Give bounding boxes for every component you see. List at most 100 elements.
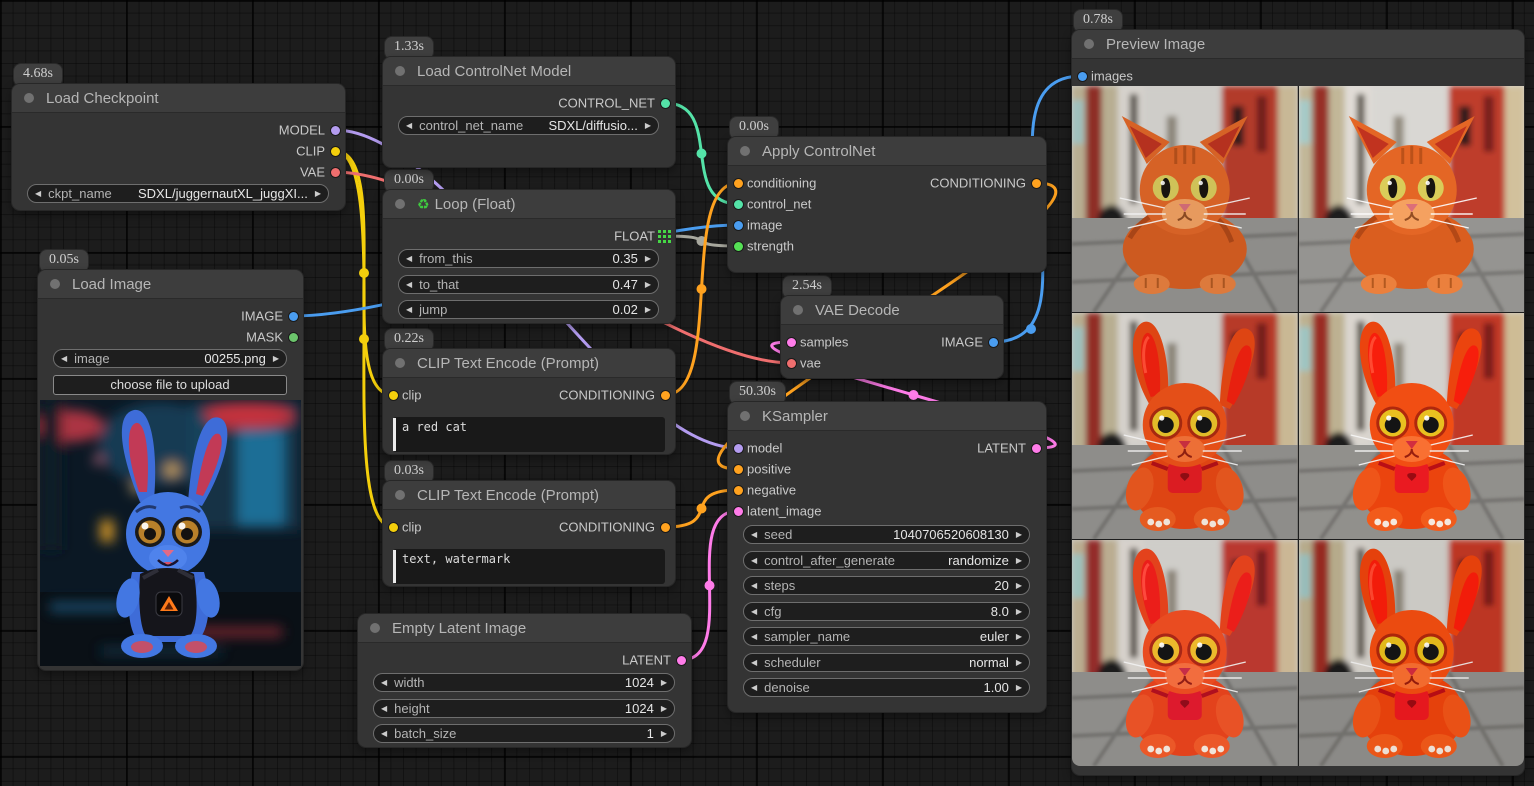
output-port-CONTROL_NET[interactable] — [661, 99, 670, 108]
node-clip-negative[interactable]: CLIP Text Encode (Prompt)clipCONDITIONIN… — [383, 481, 675, 586]
widget-increment-icon[interactable]: ▶ — [1009, 607, 1029, 616]
node-empty-latent[interactable]: Empty Latent ImageLATENT◀width1024▶◀heig… — [358, 614, 691, 747]
widget-decrement-icon[interactable]: ◀ — [399, 121, 419, 130]
widget-increment-icon[interactable]: ▶ — [638, 305, 658, 314]
input-port-clip[interactable] — [389, 523, 398, 532]
widget-control_after_generate[interactable]: ◀control_after_generaterandomize▶ — [743, 551, 1030, 570]
input-port-latent_image[interactable] — [734, 507, 743, 516]
prompt-textarea[interactable]: a red cat — [393, 417, 665, 452]
widget-increment-icon[interactable]: ▶ — [638, 254, 658, 263]
output-port-IMAGE[interactable] — [289, 312, 298, 321]
widget-decrement-icon[interactable]: ◀ — [28, 189, 48, 198]
widget-decrement-icon[interactable]: ◀ — [744, 556, 764, 565]
widget-decrement-icon[interactable]: ◀ — [399, 254, 419, 263]
node-ksampler[interactable]: KSamplermodelpositivenegativelatent_imag… — [728, 402, 1046, 712]
widget-increment-icon[interactable]: ▶ — [638, 280, 658, 289]
node-load-controlnet[interactable]: Load ControlNet ModelCONTROL_NET◀control… — [383, 57, 675, 167]
input-port-control_net[interactable] — [734, 200, 743, 209]
widget-increment-icon[interactable]: ▶ — [654, 704, 674, 713]
collapse-dot[interactable] — [395, 358, 405, 368]
widget-increment-icon[interactable]: ▶ — [308, 189, 328, 198]
node-header[interactable]: VAE Decode — [781, 296, 1003, 325]
node-preview-image[interactable]: Preview Imageimages — [1072, 30, 1524, 775]
node-header[interactable]: Load ControlNet Model — [383, 57, 675, 86]
input-port-image[interactable] — [734, 221, 743, 230]
node-header[interactable]: CLIP Text Encode (Prompt) — [383, 481, 675, 510]
widget-control_net_name[interactable]: ◀control_net_nameSDXL/diffusio...▶ — [398, 116, 659, 135]
widget-denoise[interactable]: ◀denoise1.00▶ — [743, 678, 1030, 697]
widget-increment-icon[interactable]: ▶ — [654, 729, 674, 738]
widget-decrement-icon[interactable]: ◀ — [399, 305, 419, 314]
output-port-CONDITIONING[interactable] — [661, 523, 670, 532]
node-header[interactable]: CLIP Text Encode (Prompt) — [383, 349, 675, 378]
widget-decrement-icon[interactable]: ◀ — [744, 581, 764, 590]
output-port-MODEL[interactable] — [331, 126, 340, 135]
node-graph-canvas[interactable]: 4.68sLoad CheckpointMODELCLIPVAE◀ckpt_na… — [0, 0, 1534, 786]
widget-decrement-icon[interactable]: ◀ — [374, 729, 394, 738]
output-port-CONDITIONING[interactable] — [661, 391, 670, 400]
widget-increment-icon[interactable]: ▶ — [654, 678, 674, 687]
widget-height[interactable]: ◀height1024▶ — [373, 699, 675, 718]
choose-file-button[interactable]: choose file to upload — [53, 375, 287, 395]
collapse-dot[interactable] — [1084, 39, 1094, 49]
collapse-dot[interactable] — [793, 305, 803, 315]
collapse-dot[interactable] — [740, 146, 750, 156]
input-port-vae[interactable] — [787, 359, 796, 368]
widget-decrement-icon[interactable]: ◀ — [374, 704, 394, 713]
node-header[interactable]: Empty Latent Image — [358, 614, 691, 643]
prompt-textarea[interactable]: text, watermark — [393, 549, 665, 584]
widget-image[interactable]: ◀image00255.png▶ — [53, 349, 287, 368]
output-port-LATENT[interactable] — [677, 656, 686, 665]
collapse-dot[interactable] — [24, 93, 34, 103]
widget-decrement-icon[interactable]: ◀ — [399, 280, 419, 289]
node-header[interactable]: Apply ControlNet — [728, 137, 1046, 166]
output-port-IMAGE[interactable] — [989, 338, 998, 347]
input-port-model[interactable] — [734, 444, 743, 453]
collapse-dot[interactable] — [395, 490, 405, 500]
widget-increment-icon[interactable]: ▶ — [1009, 658, 1029, 667]
input-port-clip[interactable] — [389, 391, 398, 400]
input-port-samples[interactable] — [787, 338, 796, 347]
node-header[interactable]: Preview Image — [1072, 30, 1524, 59]
widget-ckpt_name[interactable]: ◀ckpt_nameSDXL/juggernautXL_juggXI...▶ — [27, 184, 329, 203]
node-loop-float[interactable]: ♻Loop (Float)FLOAT◀from_this0.35▶◀to_tha… — [383, 190, 675, 323]
widget-scheduler[interactable]: ◀schedulernormal▶ — [743, 653, 1030, 672]
input-port-strength[interactable] — [734, 242, 743, 251]
widget-cfg[interactable]: ◀cfg8.0▶ — [743, 602, 1030, 621]
widget-width[interactable]: ◀width1024▶ — [373, 673, 675, 692]
input-port-conditioning[interactable] — [734, 179, 743, 188]
node-header[interactable]: Load Image — [38, 270, 303, 299]
output-port-LATENT[interactable] — [1032, 444, 1041, 453]
widget-increment-icon[interactable]: ▶ — [1009, 632, 1029, 641]
widget-increment-icon[interactable]: ▶ — [638, 121, 658, 130]
widget-decrement-icon[interactable]: ◀ — [54, 354, 74, 363]
output-port-CLIP[interactable] — [331, 147, 340, 156]
node-header[interactable]: KSampler — [728, 402, 1046, 431]
collapse-dot[interactable] — [395, 199, 405, 209]
output-port-MASK[interactable] — [289, 333, 298, 342]
widget-increment-icon[interactable]: ▶ — [1009, 683, 1029, 692]
widget-increment-icon[interactable]: ▶ — [1009, 581, 1029, 590]
node-vae-decode[interactable]: VAE DecodesamplesvaeIMAGE — [781, 296, 1003, 378]
widget-decrement-icon[interactable]: ◀ — [744, 658, 764, 667]
output-port-CONDITIONING[interactable] — [1032, 179, 1041, 188]
widget-decrement-icon[interactable]: ◀ — [744, 607, 764, 616]
collapse-dot[interactable] — [395, 66, 405, 76]
node-load-checkpoint[interactable]: Load CheckpointMODELCLIPVAE◀ckpt_nameSDX… — [12, 84, 345, 210]
widget-decrement-icon[interactable]: ◀ — [744, 683, 764, 692]
widget-decrement-icon[interactable]: ◀ — [744, 530, 764, 539]
node-clip-positive[interactable]: CLIP Text Encode (Prompt)clipCONDITIONIN… — [383, 349, 675, 454]
float-grid-output-icon[interactable] — [658, 230, 671, 243]
widget-increment-icon[interactable]: ▶ — [1009, 530, 1029, 539]
node-apply-controlnet[interactable]: Apply ControlNetconditioningcontrol_neti… — [728, 137, 1046, 272]
node-load-image[interactable]: Load ImageIMAGEMASK◀image00255.png▶choos… — [38, 270, 303, 670]
input-port-negative[interactable] — [734, 486, 743, 495]
input-port-positive[interactable] — [734, 465, 743, 474]
widget-to_that[interactable]: ◀to_that0.47▶ — [398, 275, 659, 294]
node-header[interactable]: ♻Loop (Float) — [383, 190, 675, 219]
widget-increment-icon[interactable]: ▶ — [266, 354, 286, 363]
widget-jump[interactable]: ◀jump0.02▶ — [398, 300, 659, 319]
output-port-VAE[interactable] — [331, 168, 340, 177]
widget-batch_size[interactable]: ◀batch_size1▶ — [373, 724, 675, 743]
widget-decrement-icon[interactable]: ◀ — [374, 678, 394, 687]
